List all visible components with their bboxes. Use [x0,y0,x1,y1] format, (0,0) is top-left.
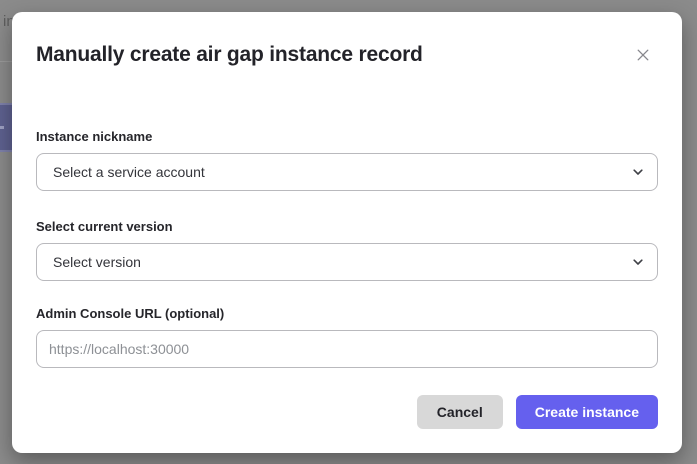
version-select[interactable]: Select version [36,243,658,281]
admin-console-url-label: Admin Console URL (optional) [36,306,658,322]
admin-console-url-control [36,330,658,368]
modal-title: Manually create air gap instance record [36,43,423,67]
field-current-version: Select current version Select version [36,219,658,281]
modal-body: Instance nickname Select a service accou… [36,129,658,368]
field-admin-console-url: Admin Console URL (optional) [36,306,658,368]
create-airgap-instance-modal: Manually create air gap instance record … [12,12,682,453]
admin-console-url-input[interactable] [36,330,658,368]
modal-footer: Cancel Create instance [36,395,658,429]
modal-header: Manually create air gap instance record [36,12,658,67]
current-version-label: Select current version [36,219,658,235]
background-fragment-mark [0,126,4,129]
create-instance-button[interactable]: Create instance [516,395,658,429]
instance-nickname-label: Instance nickname [36,129,658,145]
close-button[interactable] [633,45,653,65]
current-version-control: Select version [36,243,658,281]
instance-nickname-control: Select a service account [36,153,658,191]
field-instance-nickname: Instance nickname Select a service accou… [36,129,658,191]
service-account-select[interactable]: Select a service account [36,153,658,191]
cancel-button[interactable]: Cancel [417,395,503,429]
close-icon [635,51,651,66]
